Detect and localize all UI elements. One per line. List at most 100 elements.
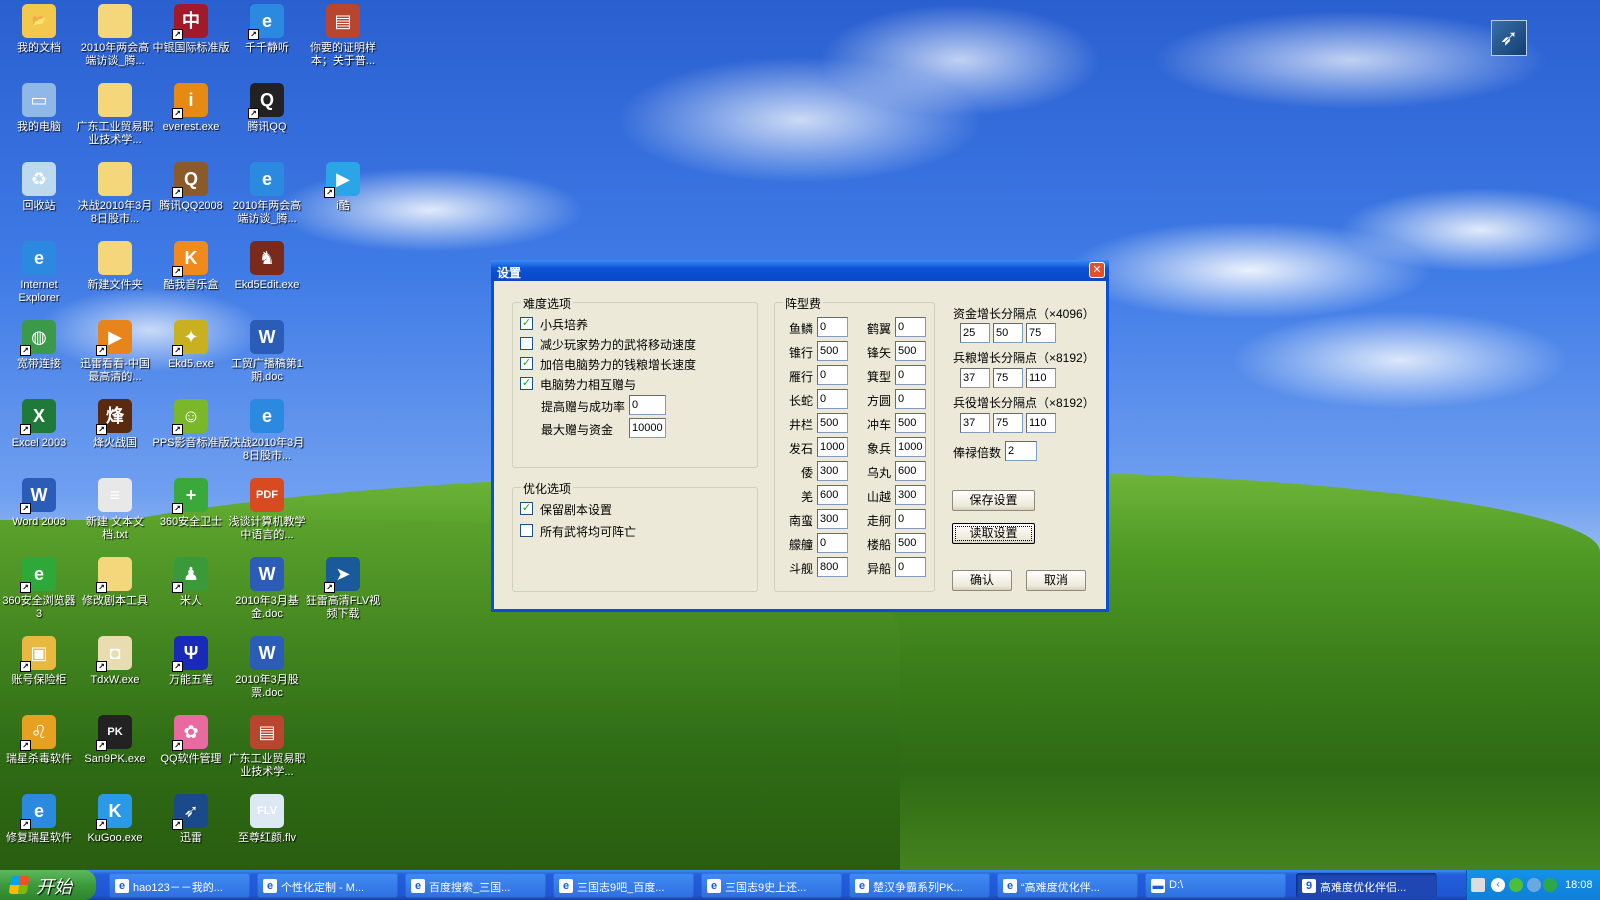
desktop-icon[interactable]: ☺ ↗ PPS影音标准版 [152,397,230,450]
ok-button[interactable]: 确认 [952,570,1012,591]
taskbar-button[interactable]: e 个性化定制 - M... [257,873,398,898]
taskbar-button[interactable]: e 三国志9史上还... [701,873,842,898]
formation-cost-input[interactable] [895,485,926,505]
troop-growth-input[interactable] [960,413,990,433]
desktop-icon[interactable]: e ↗ 修复瑞星软件 [0,792,78,845]
desktop-icon[interactable]: PK ↗ San9PK.exe [76,713,154,766]
desktop-icon[interactable]: Ψ ↗ 万能五笔 [152,634,230,687]
desktop-icon[interactable]: ♟ ↗ 米人 [152,555,230,608]
desktop-icon[interactable]: 广东工业贸易职业技术学... [76,81,154,147]
desktop-icon[interactable]: FLV 至尊红颜.flv [228,792,306,845]
desktop-icon[interactable]: ◍ ↗ 宽带连接 [0,318,78,371]
desktop-icon[interactable]: e 2010年两会高端访谈_腾... [228,160,306,226]
taskbar-button[interactable]: e hao123－－我的... [109,873,250,898]
desktop-icon[interactable]: ▣ ↗ 账号保险柜 [0,634,78,687]
formation-cost-input[interactable] [895,509,926,529]
desktop-icon[interactable]: ✿ ↗ QQ软件管理 [152,713,230,766]
formation-cost-input[interactable] [895,533,926,553]
food-growth-input[interactable] [1026,368,1056,388]
formation-cost-input[interactable] [895,317,926,337]
optimize-option-checkbox[interactable] [520,524,533,537]
desktop-icon[interactable]: ▶ ↗ i酷 [304,160,382,213]
formation-cost-input[interactable] [817,341,848,361]
desktop-icon[interactable]: ▤ 你要的证明样本；关于普... [304,2,382,68]
formation-cost-input[interactable] [817,389,848,409]
desktop-icon[interactable]: ♌ ↗ 瑞星杀毒软件 [0,713,78,766]
formation-cost-input[interactable] [895,389,926,409]
difficulty-option-checkbox[interactable]: ✓ [520,357,533,370]
difficulty-option-checkbox[interactable] [520,337,533,350]
troop-growth-input[interactable] [1026,413,1056,433]
network-icon[interactable] [1527,878,1541,892]
formation-cost-input[interactable] [817,461,848,481]
desktop-icon[interactable]: e ↗ 360安全浏览器 3 [0,555,78,621]
taskbar-button[interactable]: e 百度搜索_三国... [405,873,546,898]
desktop-icon[interactable]: ✦ ↗ Ekd5.exe [152,318,230,371]
max-gift-input[interactable] [629,418,666,438]
desktop-icon[interactable]: 📂 我的文档 [0,2,78,55]
load-settings-button[interactable]: 读取设置 [952,523,1035,544]
formation-cost-input[interactable] [817,557,848,577]
desktop-icon[interactable]: 新建文件夹 [76,239,154,292]
desktop-icon[interactable]: ▶ ↗ 迅雷看看-中国最高清的... [76,318,154,384]
desktop-icon[interactable]: 2010年两会高端访谈_腾... [76,2,154,68]
desktop-icon[interactable]: X ↗ Excel 2003 [0,397,78,450]
taskbar-button[interactable]: e “高难度优化伴... [997,873,1138,898]
optimize-option-checkbox[interactable]: ✓ [520,502,533,515]
desktop-icon[interactable]: e 决战2010年3月8日股市... [228,397,306,463]
food-growth-input[interactable] [993,368,1023,388]
fund-growth-input[interactable] [960,323,990,343]
desktop-icon[interactable]: e ↗ 千千静听 [228,2,306,55]
desktop-icon[interactable]: Q ↗ 腾讯QQ2008 [152,160,230,213]
desktop-icon[interactable]: W 2010年3月股票.doc [228,634,306,700]
formation-cost-input[interactable] [817,317,848,337]
desktop-icon[interactable]: 决战2010年3月8日股市... [76,160,154,226]
desktop-icon[interactable]: i ↗ everest.exe [152,81,230,134]
formation-cost-input[interactable] [817,509,848,529]
desktop-icon[interactable]: + ↗ 360安全卫士 [152,476,230,529]
formation-cost-input[interactable] [895,341,926,361]
tray-expand-chevron-icon[interactable]: ‹ [1491,878,1505,892]
desktop-icon[interactable]: PDF 浅谈计算机教学中语言的... [228,476,306,542]
close-icon[interactable]: ✕ [1089,262,1105,278]
formation-cost-input[interactable] [895,437,926,457]
cancel-button[interactable]: 取消 [1026,570,1086,591]
xunlei-float-icon[interactable]: ➶ [1491,20,1527,56]
fund-growth-input[interactable] [993,323,1023,343]
tray-app-icon[interactable] [1509,878,1523,892]
difficulty-option-checkbox[interactable]: ✓ [520,317,533,330]
taskbar-button[interactable]: e 三国志9吧_百度... [553,873,694,898]
troop-growth-input[interactable] [993,413,1023,433]
desktop-icon[interactable]: 中 ↗ 中银国际标准版 [152,2,230,55]
salary-input[interactable] [1005,441,1037,461]
difficulty-option-checkbox[interactable]: ✓ [520,377,533,390]
gift-rate-input[interactable] [629,395,666,415]
desktop-icon[interactable]: ▤ 广东工业贸易职业技术学... [228,713,306,779]
formation-cost-input[interactable] [817,413,848,433]
save-settings-button[interactable]: 保存设置 [952,490,1035,511]
formation-cost-input[interactable] [817,485,848,505]
dialog-titlebar[interactable]: 设置 ✕ [491,260,1109,281]
food-growth-input[interactable] [960,368,990,388]
keyboard-icon[interactable] [1471,878,1485,892]
taskbar-button[interactable]: 9 高难度优化伴侣... [1296,873,1437,898]
taskbar-button[interactable]: e 楚汉争霸系列PK... [849,873,990,898]
desktop-icon[interactable]: ➶ ↗ 迅雷 [152,792,230,845]
desktop-icon[interactable]: ◘ ↗ TdxW.exe [76,634,154,687]
formation-cost-input[interactable] [817,437,848,457]
desktop-icon[interactable]: ➤ ↗ 狂雷高清FLV视频下载 [304,555,382,621]
desktop-icon[interactable]: ↗ 修改剧本工具 [76,555,154,608]
formation-cost-input[interactable] [895,413,926,433]
formation-cost-input[interactable] [817,365,848,385]
desktop-icon[interactable]: ♞ Ekd5Edit.exe [228,239,306,292]
desktop-icon[interactable]: K ↗ 酷我音乐盒 [152,239,230,292]
desktop-icon[interactable]: e Internet Explorer [0,239,78,305]
desktop-icon[interactable]: ≡ 新建 文本文档.txt [76,476,154,542]
formation-cost-input[interactable] [895,365,926,385]
umbrella-icon[interactable] [1543,878,1557,892]
desktop-icon[interactable]: 烽 ↗ 烽火战国 [76,397,154,450]
formation-cost-input[interactable] [817,533,848,553]
desktop-icon[interactable]: Q ↗ 腾讯QQ [228,81,306,134]
formation-cost-input[interactable] [895,461,926,481]
desktop-icon[interactable]: ♻ 回收站 [0,160,78,213]
